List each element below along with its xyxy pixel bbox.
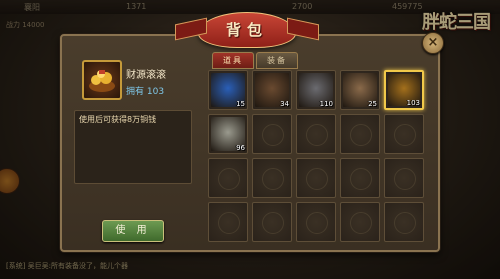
empty-inventory-slot[interactable] — [340, 158, 380, 198]
use-button[interactable]: 使 用 — [102, 220, 164, 242]
tab-items[interactable]: 道具 — [212, 52, 254, 69]
inventory-slot[interactable]: 103 — [384, 70, 424, 110]
item-count: 15 — [236, 100, 245, 108]
item-detail: 财源滚滚 拥有 103 使用后可获得8万铜钱 使 用 — [74, 52, 192, 242]
empty-inventory-slot[interactable] — [296, 158, 336, 198]
inventory-slot[interactable]: 110 — [296, 70, 336, 110]
inventory-grid: 15 34 110 25 103 96 — [208, 70, 432, 242]
gold-treasure-icon — [82, 60, 122, 100]
empty-inventory-slot[interactable] — [208, 158, 248, 198]
inventory-slot[interactable]: 96 — [208, 114, 248, 154]
empty-inventory-slot[interactable] — [252, 114, 292, 154]
empty-inventory-slot[interactable] — [296, 202, 336, 242]
empty-inventory-slot[interactable] — [384, 158, 424, 198]
item-count: 96 — [236, 144, 245, 152]
empty-inventory-slot[interactable] — [340, 202, 380, 242]
item-count: 25 — [368, 100, 377, 108]
close-button[interactable]: × — [422, 32, 444, 54]
item-description: 使用后可获得8万铜钱 — [74, 110, 192, 184]
empty-inventory-slot[interactable] — [384, 202, 424, 242]
inventory-slot[interactable]: 34 — [252, 70, 292, 110]
item-count: 110 — [319, 100, 333, 108]
item-count: 103 — [406, 99, 420, 107]
empty-inventory-slot[interactable] — [340, 114, 380, 154]
empty-inventory-slot[interactable] — [384, 114, 424, 154]
panel-title: 背包 — [225, 21, 268, 39]
item-count: 34 — [280, 100, 289, 108]
empty-inventory-slot[interactable] — [296, 114, 336, 154]
empty-inventory-slot[interactable] — [252, 158, 292, 198]
inventory-slot[interactable]: 15 — [208, 70, 248, 110]
tab-equipment[interactable]: 装备 — [256, 52, 298, 69]
empty-inventory-slot[interactable] — [208, 202, 248, 242]
empty-inventory-slot[interactable] — [252, 202, 292, 242]
inventory-slot[interactable]: 25 — [340, 70, 380, 110]
item-name: 财源滚滚 — [126, 70, 166, 81]
item-owned-count: 拥有 103 — [126, 87, 165, 97]
title-ribbon: 背包 — [198, 12, 296, 48]
